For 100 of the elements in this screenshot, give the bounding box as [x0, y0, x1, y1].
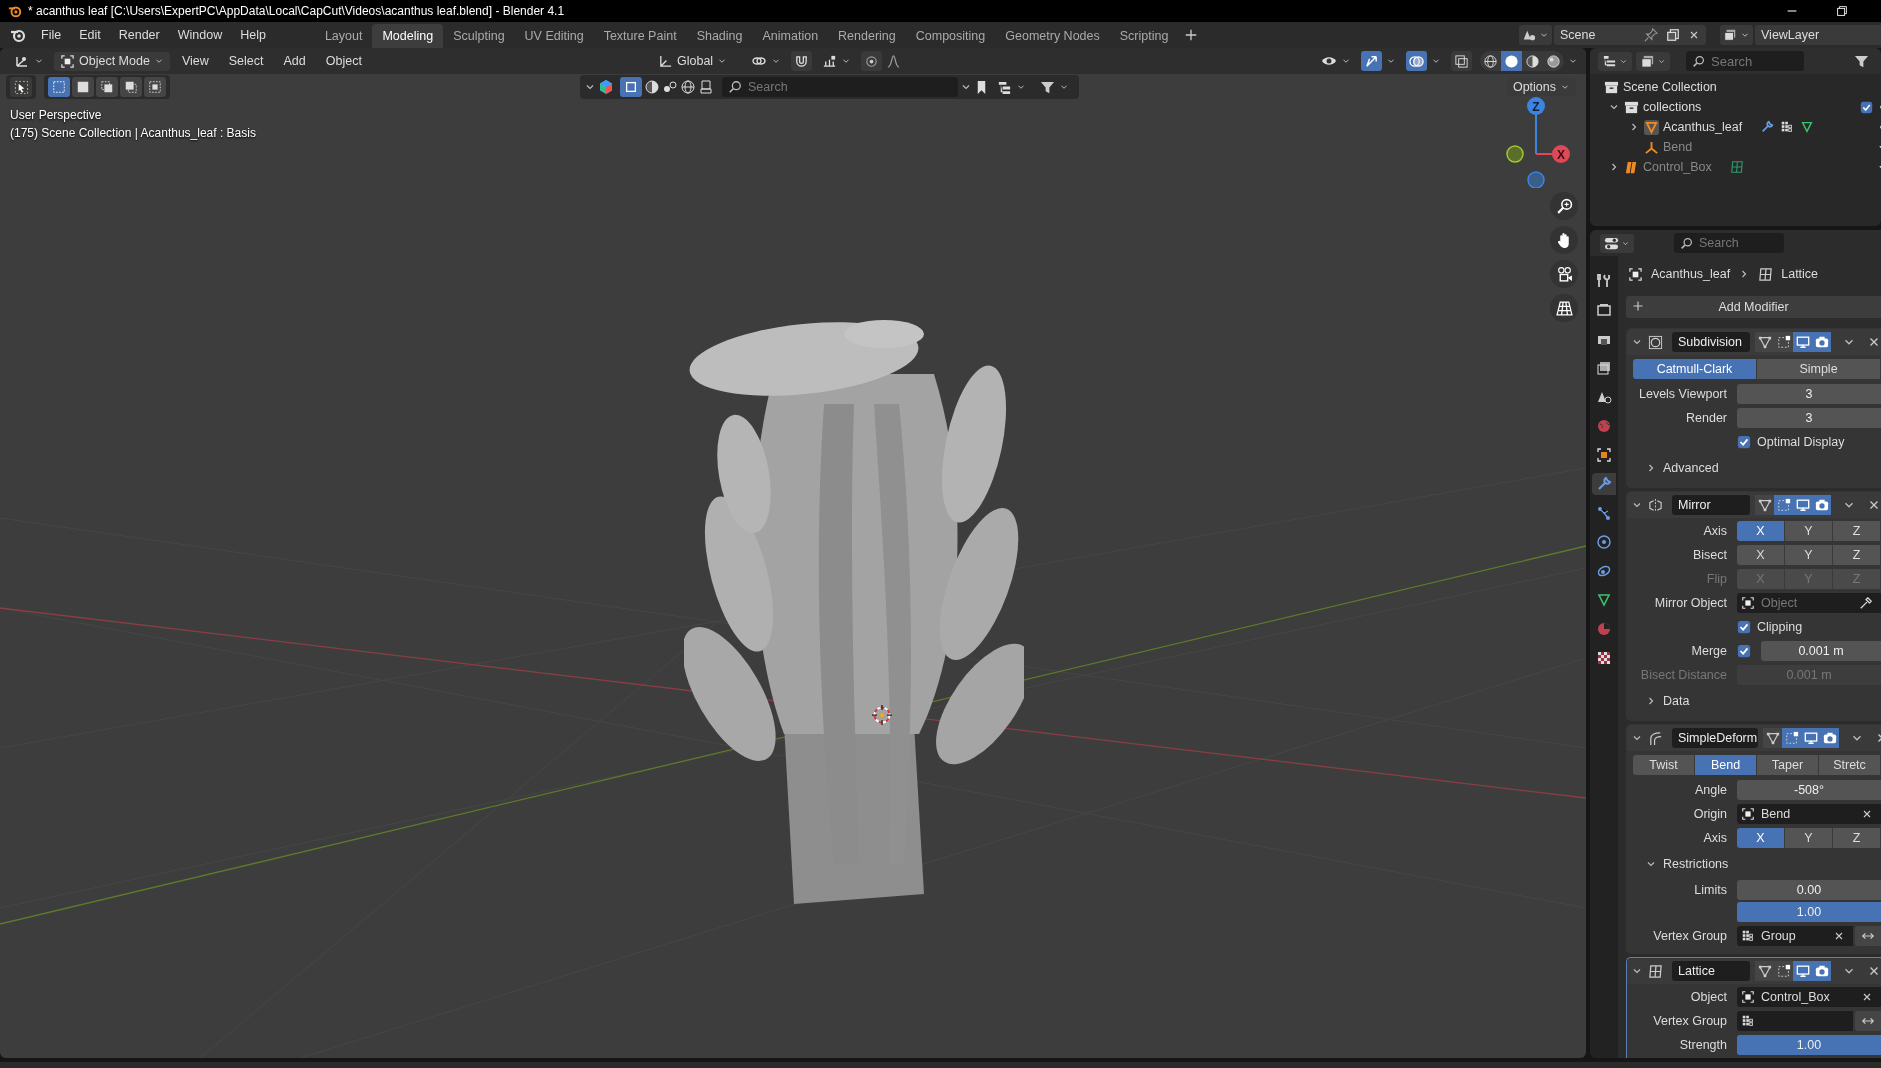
workspace-tab[interactable]: Animation [752, 24, 829, 48]
outliner-item[interactable]: Bend [1663, 140, 1693, 154]
menu-item[interactable]: Select [220, 52, 272, 70]
scene-field[interactable]: Scene [1554, 25, 1706, 45]
scene-selector[interactable] [1519, 25, 1552, 45]
blender-logo-icon[interactable] [10, 27, 26, 43]
workspace-tab[interactable]: Texture Paint [593, 24, 687, 48]
number-field[interactable]: 1.00 [1737, 902, 1881, 922]
zoom-button[interactable] [1550, 192, 1578, 220]
option-button[interactable]: Z [1833, 828, 1881, 848]
clear-icon[interactable] [1833, 930, 1845, 942]
select-mode-button[interactable] [72, 77, 94, 97]
number-field[interactable]: 3 [1737, 384, 1881, 404]
pin-icon[interactable] [1644, 28, 1658, 42]
checkbox[interactable]: Clipping [1737, 620, 1881, 634]
edit-mode-toggle[interactable] [1774, 495, 1793, 515]
menu-item[interactable]: Help [231, 25, 275, 45]
select-mode-button[interactable] [120, 77, 142, 97]
clear-icon[interactable] [1861, 991, 1873, 1003]
cage-toggle[interactable] [1763, 728, 1782, 748]
snap-toggle[interactable] [791, 51, 813, 71]
eyedropper-icon[interactable] [1859, 596, 1873, 610]
menu-item[interactable]: Window [168, 25, 232, 45]
cage-toggle[interactable] [1755, 495, 1774, 515]
modifier-name-field[interactable]: Subdivision [1672, 332, 1750, 352]
add-modifier-button[interactable]: Add Modifier [1626, 296, 1881, 318]
option-button[interactable]: Y [1785, 521, 1833, 541]
modifier-name-field[interactable]: Lattice [1672, 961, 1750, 981]
camera-toggle[interactable] [1812, 332, 1831, 352]
option-button[interactable]: Twist [1633, 755, 1695, 775]
monitor-toggle[interactable] [1793, 332, 1812, 352]
mode-dropdown[interactable]: Object Mode [54, 51, 170, 71]
search-field[interactable]: Search [1686, 51, 1804, 71]
workspace-tab[interactable]: Modeling [372, 24, 444, 48]
workspace-tab[interactable]: Compositing [905, 24, 996, 48]
select-box-button[interactable] [620, 77, 642, 97]
workspace-tab[interactable]: Sculpting [443, 24, 515, 48]
filter-icon[interactable] [1854, 53, 1869, 69]
subpanel-title[interactable]: Data [1663, 694, 1690, 708]
number-field[interactable]: 0.00 [1737, 880, 1881, 900]
menu-item[interactable]: Add [275, 52, 314, 70]
proportional-edit-toggle[interactable] [861, 51, 883, 71]
option-button[interactable]: X [1737, 521, 1785, 541]
outliner-item[interactable]: Control_Box [1643, 160, 1712, 174]
workspace-tab[interactable]: Rendering [828, 24, 906, 48]
monitor-toggle[interactable] [1793, 495, 1812, 515]
gizmo-toggle[interactable] [1361, 51, 1382, 71]
checkbox-icon[interactable] [1860, 100, 1873, 114]
option-button[interactable]: Y [1785, 545, 1833, 565]
number-field[interactable]: 1.00 [1737, 1035, 1881, 1055]
pan-button[interactable] [1550, 226, 1578, 254]
camera-toggle[interactable] [1820, 728, 1839, 748]
option-button[interactable]: Bend [1695, 755, 1757, 775]
wrench-icon[interactable] [1760, 120, 1775, 134]
subpanel-title[interactable]: Advanced [1663, 461, 1719, 475]
display-mode-dropdown[interactable] [1636, 51, 1670, 71]
workspace-tab[interactable]: Layout [314, 24, 373, 48]
close-icon[interactable] [1688, 29, 1700, 41]
option-button[interactable]: X [1737, 545, 1785, 565]
workspace-tab[interactable]: Scripting [1109, 24, 1179, 48]
cage-toggle[interactable] [1755, 961, 1774, 981]
option-button[interactable]: Z [1833, 545, 1881, 565]
select-mode-button[interactable] [48, 77, 70, 97]
select-mode-button[interactable] [96, 77, 118, 97]
workspace-tab[interactable]: Shading [686, 24, 753, 48]
xray-toggle[interactable] [1451, 51, 1472, 71]
workspace-tab[interactable]: UV Editing [514, 24, 594, 48]
monitor-toggle[interactable] [1801, 728, 1820, 748]
view-layer-field[interactable]: ViewLayer [1755, 25, 1881, 45]
camera-toggle[interactable] [1812, 961, 1831, 981]
camera-toggle[interactable] [1812, 495, 1831, 515]
vertex-group-field[interactable]: Group [1737, 926, 1853, 946]
drops-icon[interactable] [662, 79, 678, 95]
falloff-curve-icon[interactable] [886, 53, 902, 69]
number-field[interactable]: 0.001 m [1761, 641, 1881, 661]
object-field[interactable]: Control_Box [1737, 987, 1881, 1007]
modifier-name-field[interactable]: Mirror [1672, 495, 1750, 515]
vertex-groups-icon[interactable] [1780, 120, 1795, 134]
shading-button[interactable] [1480, 51, 1501, 71]
perspective-toggle-button[interactable] [1550, 294, 1578, 322]
option-button[interactable]: Catmull-Clark [1633, 359, 1757, 379]
shading-button[interactable] [1522, 51, 1543, 71]
outliner-item[interactable]: collections [1643, 100, 1702, 114]
clear-icon[interactable] [1861, 808, 1873, 820]
half-circle-icon[interactable] [644, 79, 660, 95]
menu-item[interactable]: Render [109, 25, 169, 45]
option-button[interactable]: Stretc [1819, 755, 1881, 775]
option-button[interactable]: X [1737, 828, 1785, 848]
option-button[interactable]: Y [1785, 828, 1833, 848]
mesh-data-icon[interactable] [1800, 120, 1815, 134]
modifier-name-field[interactable]: SimpleDeform [1672, 728, 1758, 748]
shading-button[interactable] [1501, 51, 1522, 71]
option-button[interactable]: Simple [1757, 359, 1881, 379]
restore-icon[interactable] [1835, 4, 1849, 18]
outliner-item[interactable]: Acanthus_leaf [1663, 120, 1743, 134]
invert-button[interactable] [1855, 926, 1881, 946]
monitor-toggle[interactable] [1793, 961, 1812, 981]
overlay-toggle[interactable] [1406, 51, 1427, 71]
invert-button[interactable] [1855, 1011, 1881, 1031]
cage-toggle[interactable] [1755, 332, 1774, 352]
